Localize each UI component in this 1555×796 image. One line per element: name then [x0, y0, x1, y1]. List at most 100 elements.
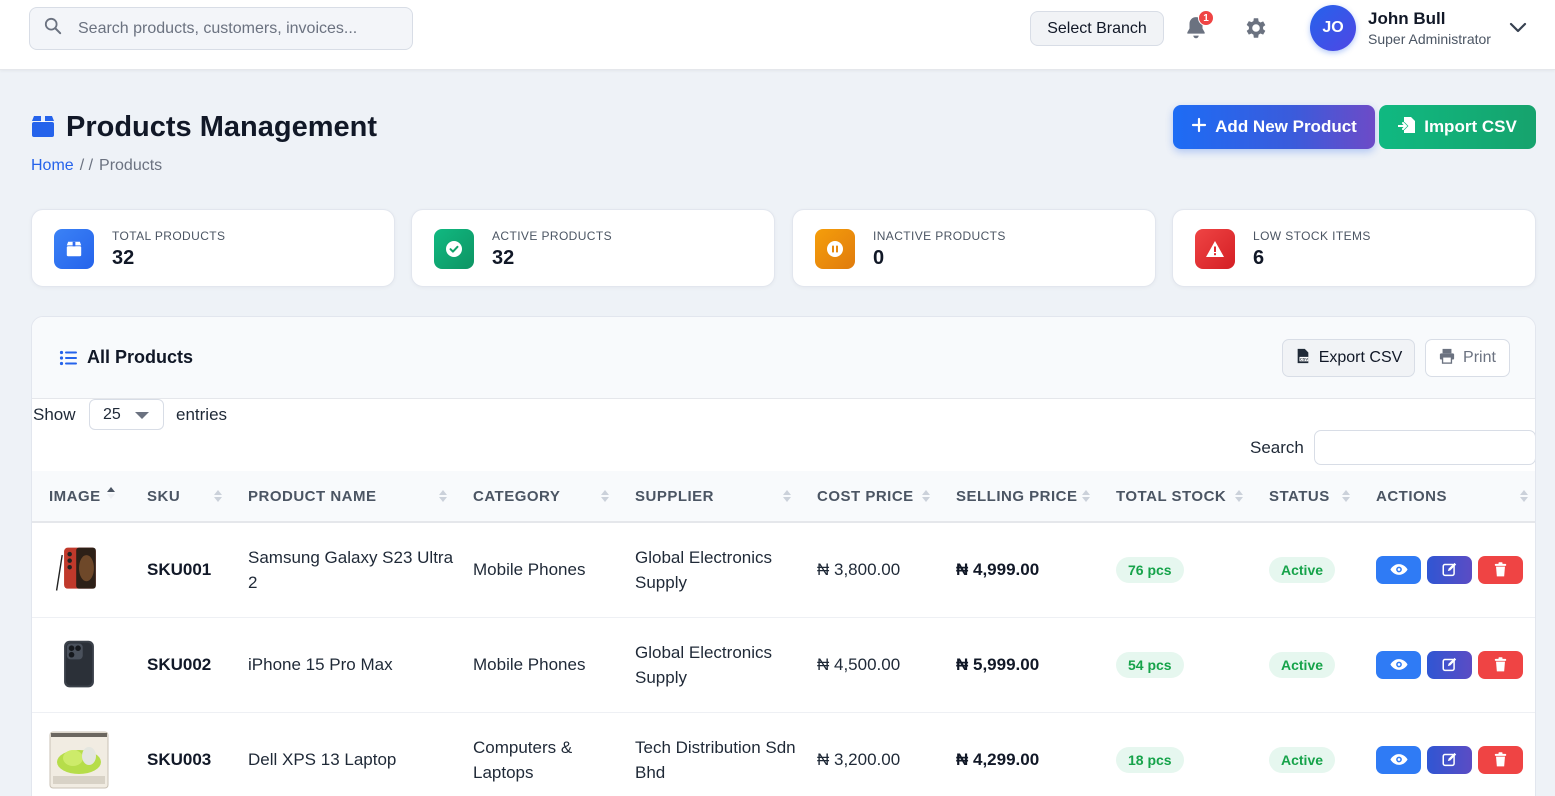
sku-cell: SKU002 — [147, 655, 212, 674]
stat-label: ACTIVE PRODUCTS — [492, 229, 613, 243]
cost-price-cell: ₦ 3,800.00 — [817, 560, 901, 580]
show-label: Show — [33, 405, 76, 424]
table-search-input[interactable] — [1314, 430, 1535, 465]
edit-button[interactable] — [1427, 555, 1472, 584]
column-header-total-stock[interactable]: TOTAL STOCK — [1099, 471, 1252, 522]
eye-icon — [1389, 564, 1408, 576]
gear-icon[interactable] — [1243, 15, 1269, 41]
product-name-cell: Dell XPS 13 Laptop — [248, 750, 397, 769]
pause-circle-icon — [815, 229, 855, 269]
status-badge: Active — [1269, 556, 1336, 583]
view-button[interactable] — [1376, 555, 1421, 584]
search-input[interactable] — [78, 19, 388, 38]
sort-icon — [214, 490, 222, 502]
delete-button[interactable] — [1478, 555, 1523, 584]
page-title: Products Management — [66, 111, 377, 143]
column-header-category[interactable]: CATEGORY — [456, 471, 618, 522]
stat-card-total-products: TOTAL PRODUCTS 32 — [31, 209, 395, 287]
caret-down-icon — [135, 412, 149, 419]
table-row: SKU003 Dell XPS 13 Laptop Computers & La… — [32, 712, 1535, 796]
edit-icon — [1442, 657, 1457, 672]
sort-icon — [783, 490, 791, 502]
stock-badge: 76 pcs — [1116, 556, 1184, 583]
notification-badge: 1 — [1198, 10, 1214, 26]
trash-icon — [1494, 562, 1507, 577]
check-circle-icon — [434, 229, 474, 269]
import-csv-button[interactable]: Import CSV — [1379, 105, 1536, 149]
stock-badge: 18 pcs — [1116, 746, 1184, 773]
column-header-image[interactable]: IMAGE — [32, 471, 130, 522]
table-search-label: Search — [1250, 438, 1304, 457]
eye-icon — [1389, 754, 1408, 765]
sku-cell: SKU001 — [147, 560, 212, 580]
search-icon — [44, 17, 62, 40]
stat-value: 6 — [1253, 247, 1265, 269]
delete-button[interactable] — [1478, 650, 1523, 679]
category-cell: Mobile Phones — [473, 655, 586, 674]
entries-label: entries — [176, 405, 228, 424]
sort-icon — [1520, 490, 1528, 502]
view-button[interactable] — [1376, 745, 1421, 774]
chevron-down-icon[interactable] — [1508, 20, 1528, 36]
stat-value: 32 — [492, 247, 515, 269]
selling-price-cell: ₦ 4,299.00 — [956, 750, 1040, 769]
product-image-dell-xps[interactable] — [49, 730, 109, 790]
user-role: Super Administrator — [1368, 31, 1491, 47]
export-csv-label: Export CSV — [1318, 349, 1403, 366]
selling-price-cell: ₦ 4,999.00 — [956, 560, 1040, 580]
supplier-cell: Tech Distribution Sdn Bhd — [635, 737, 796, 782]
warning-icon — [1195, 229, 1235, 269]
page-size-select[interactable]: 25 — [89, 399, 164, 430]
global-search[interactable] — [29, 7, 413, 50]
status-badge: Active — [1269, 651, 1336, 678]
column-header-selling-price[interactable]: SELLING PRICE — [939, 471, 1099, 522]
delete-button[interactable] — [1478, 745, 1523, 774]
user-name[interactable]: John Bull — [1368, 9, 1445, 29]
sort-asc-icon — [107, 487, 115, 499]
edit-icon — [1442, 563, 1457, 577]
stat-label: INACTIVE PRODUCTS — [873, 229, 1006, 243]
product-name-cell: iPhone 15 Pro Max — [248, 655, 393, 674]
import-csv-label: Import CSV — [1424, 117, 1517, 136]
print-label: Print — [1463, 349, 1496, 366]
cost-price-cell: ₦ 3,200.00 — [817, 750, 901, 769]
column-header-cost-price[interactable]: COST PRICE — [800, 471, 939, 522]
page-size-value: 25 — [103, 405, 121, 423]
stat-card-inactive-products: INACTIVE PRODUCTS 0 — [792, 209, 1156, 287]
view-button[interactable] — [1376, 650, 1421, 679]
export-csv-button[interactable]: CSV Export CSV — [1282, 339, 1415, 377]
panel-title: All Products — [87, 347, 194, 367]
panel-header: All Products CSV Export CSV Print — [32, 317, 1535, 399]
trash-icon — [1494, 752, 1507, 767]
avatar[interactable]: JO — [1310, 5, 1356, 51]
sort-icon — [922, 490, 930, 502]
breadcrumb: Home / / Products — [31, 157, 162, 175]
edit-button[interactable] — [1427, 745, 1472, 774]
edit-button[interactable] — [1427, 650, 1472, 679]
svg-text:CSV: CSV — [1300, 356, 1309, 361]
category-cell: Mobile Phones — [473, 560, 586, 580]
trash-icon — [1494, 657, 1507, 672]
column-header-actions[interactable]: ACTIONS — [1359, 471, 1535, 522]
select-branch-button[interactable]: Select Branch — [1030, 11, 1164, 46]
column-header-supplier[interactable]: SUPPLIER — [618, 471, 800, 522]
file-import-icon — [1397, 116, 1416, 139]
breadcrumb-home-link[interactable]: Home — [31, 157, 74, 175]
product-image-iphone[interactable] — [49, 635, 109, 695]
column-header-status[interactable]: STATUS — [1252, 471, 1359, 522]
add-new-product-button[interactable]: Add New Product — [1173, 105, 1375, 149]
stat-card-low-stock: LOW STOCK ITEMS 6 — [1172, 209, 1536, 287]
edit-icon — [1442, 752, 1457, 767]
stat-card-active-products: ACTIVE PRODUCTS 32 — [411, 209, 775, 287]
product-image-samsung-galaxy[interactable] — [49, 540, 109, 600]
column-header-product-name[interactable]: PRODUCT NAME — [231, 471, 456, 522]
printer-icon — [1439, 348, 1455, 369]
list-icon — [59, 349, 77, 367]
add-new-product-label: Add New Product — [1215, 117, 1357, 136]
plus-icon — [1191, 117, 1207, 138]
table-row: SKU001 Samsung Galaxy S23 Ultra 2 Mobile… — [32, 522, 1535, 617]
column-header-sku[interactable]: SKU — [130, 471, 231, 522]
print-button[interactable]: Print — [1425, 339, 1510, 377]
table-header-row: IMAGE SKU PRODUCT NAME CATEGORY SUPPLIER… — [32, 471, 1535, 522]
top-bar: Select Branch 1 JO John Bull Super Admin… — [0, 0, 1555, 70]
